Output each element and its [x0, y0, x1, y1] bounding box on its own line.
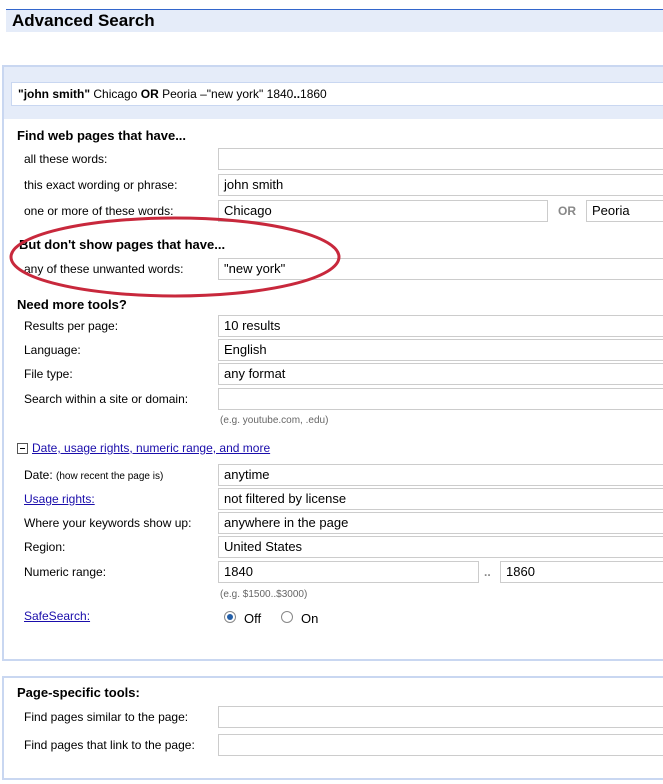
link-pages-label: Find pages that link to the page:: [24, 738, 195, 752]
query-text: "john smith" Chicago OR Peoria –"new yor…: [18, 87, 327, 101]
file-type-label: File type:: [24, 367, 73, 381]
site-domain-label: Search within a site or domain:: [24, 392, 189, 406]
collapse-icon[interactable]: [17, 443, 28, 454]
usage-rights-link[interactable]: Usage rights:: [24, 492, 95, 506]
numeric-range-from[interactable]: 1840: [218, 561, 479, 583]
date-select[interactable]: anytime: [218, 464, 663, 486]
keywords-location-label: Where your keywords show up:: [24, 516, 192, 530]
safesearch-off-radio[interactable]: [224, 611, 236, 623]
date-label: Date: (how recent the page is): [24, 468, 164, 482]
tools-heading: Need more tools?: [17, 297, 127, 312]
all-words-label: all these words:: [24, 152, 108, 166]
numeric-range-hint: (e.g. $1500..$3000): [220, 589, 308, 600]
find-heading: Find web pages that have...: [17, 128, 187, 143]
unwanted-words-input[interactable]: "new york": [218, 258, 663, 280]
exact-phrase-label: this exact wording or phrase:: [24, 178, 178, 192]
page-tools-heading: Page-specific tools:: [17, 685, 140, 700]
similar-pages-input[interactable]: [218, 706, 663, 728]
numeric-range-to[interactable]: 1860: [500, 561, 663, 583]
any-words-input-1[interactable]: Chicago: [218, 200, 548, 222]
results-per-page-select[interactable]: 10 results: [218, 315, 663, 337]
results-per-page-label: Results per page:: [24, 319, 119, 333]
numeric-range-separator: ..: [484, 565, 491, 579]
safesearch-on-label: On: [301, 611, 319, 626]
more-options-link[interactable]: Date, usage rights, numeric range, and m…: [32, 441, 270, 455]
safesearch-link[interactable]: SafeSearch:: [24, 609, 90, 623]
any-words-input-2[interactable]: Peoria: [586, 200, 663, 222]
usage-rights-select[interactable]: not filtered by license: [218, 488, 663, 510]
or-label: OR: [558, 204, 576, 218]
exclude-heading: But don't show pages that have...: [19, 237, 226, 252]
numeric-range-label: Numeric range:: [24, 565, 107, 579]
safesearch-off-label: Off: [244, 611, 262, 626]
language-select[interactable]: English: [218, 339, 663, 361]
language-label: Language:: [24, 343, 81, 357]
any-words-label: one or more of these words:: [24, 204, 174, 218]
site-domain-hint: (e.g. youtube.com, .edu): [220, 415, 329, 426]
file-type-select[interactable]: any format: [218, 363, 663, 385]
similar-pages-label: Find pages similar to the page:: [24, 710, 189, 724]
keywords-location-select[interactable]: anywhere in the page: [218, 512, 663, 534]
safesearch-on-radio[interactable]: [281, 611, 293, 623]
region-select[interactable]: United States: [218, 536, 663, 558]
page-title: Advanced Search: [12, 11, 155, 30]
link-pages-input[interactable]: [218, 734, 663, 756]
region-label: Region:: [24, 540, 66, 554]
unwanted-words-label: any of these unwanted words:: [24, 262, 184, 276]
exact-phrase-input[interactable]: john smith: [218, 174, 663, 196]
all-words-input[interactable]: [218, 148, 663, 170]
site-domain-input[interactable]: [218, 388, 663, 410]
